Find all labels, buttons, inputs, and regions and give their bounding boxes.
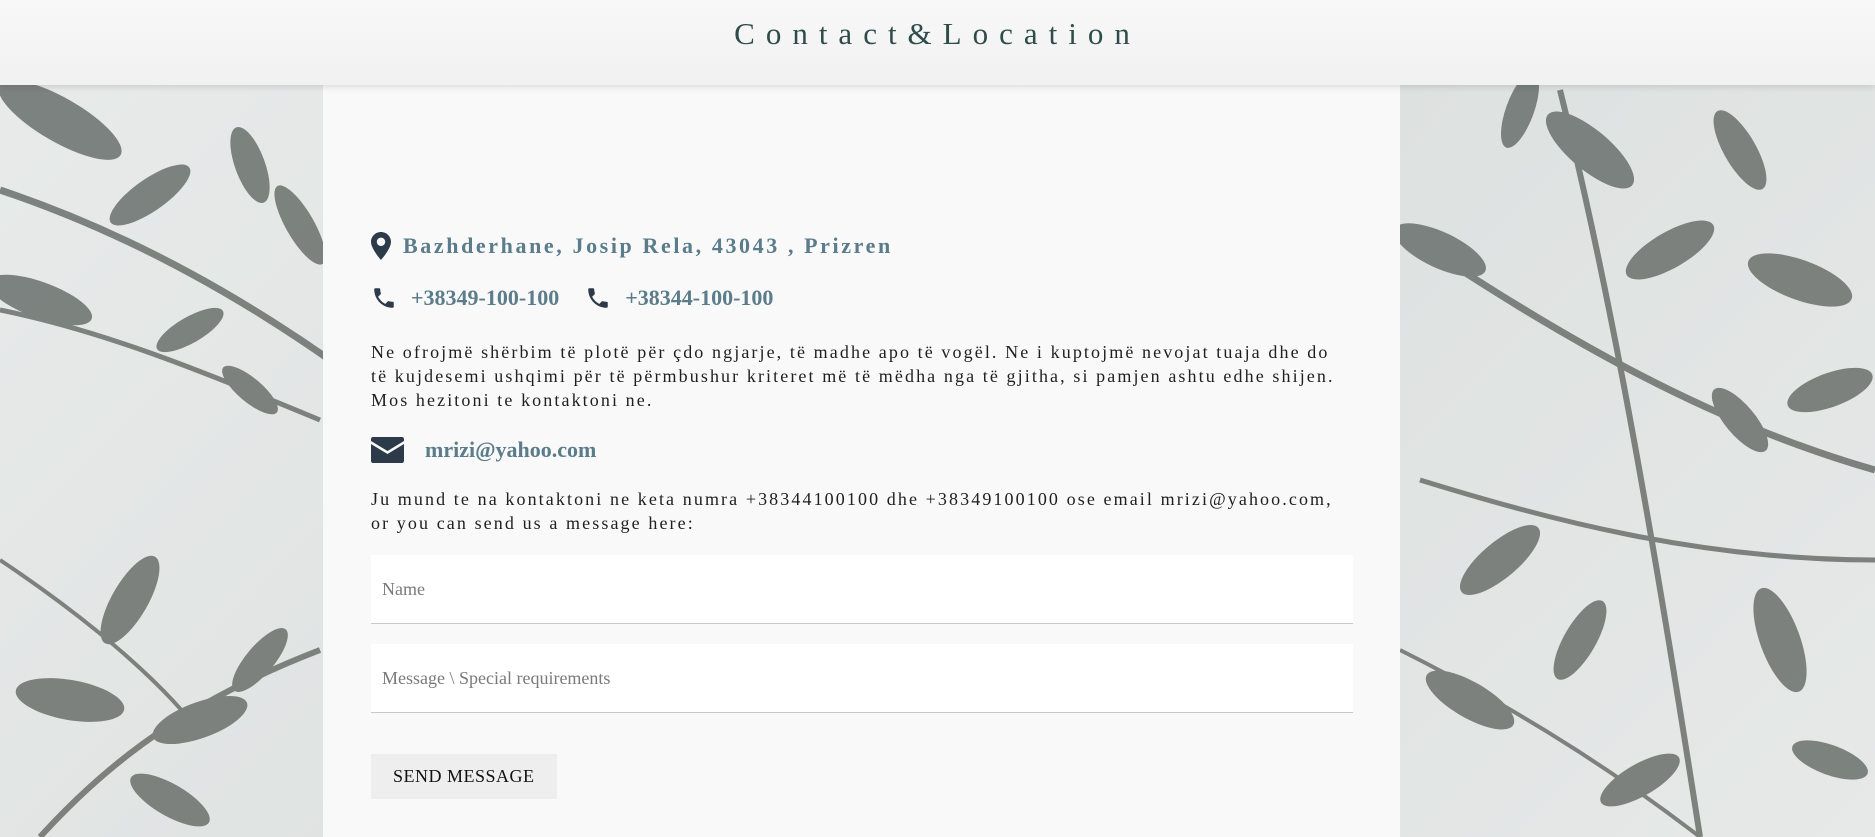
phone-item[interactable]: +38344-100-100	[585, 285, 773, 311]
contact-note: Ju mund te na kontaktoni ne keta numra +…	[371, 489, 1333, 533]
email-link[interactable]: mrizi@yahoo.com	[425, 437, 596, 463]
page-title: Contact&Location	[734, 16, 1141, 51]
send-message-button[interactable]: SEND MESSAGE	[371, 754, 557, 799]
email-row[interactable]: mrizi@yahoo.com	[371, 433, 1353, 467]
name-input[interactable]	[371, 555, 1353, 624]
phone-item[interactable]: +38349-100-100	[371, 285, 559, 311]
contact-card: Bazhderhane, Josip Rela, 43043 , Prizren…	[323, 85, 1400, 837]
phone-number[interactable]: +38349-100-100	[411, 285, 559, 311]
address-row: Bazhderhane, Josip Rela, 43043 , Prizren	[371, 230, 1353, 262]
phone-icon	[374, 288, 394, 308]
message-input[interactable]	[371, 644, 1353, 713]
phone-number[interactable]: +38344-100-100	[625, 285, 773, 311]
service-description: Ne ofrojmë shërbim të plotë për çdo ngja…	[371, 342, 1335, 410]
address-text: Bazhderhane, Josip Rela, 43043 , Prizren	[403, 233, 893, 258]
map-pin-icon	[371, 232, 391, 260]
envelope-icon	[371, 437, 404, 463]
phone-icon	[588, 288, 608, 308]
contact-content: Bazhderhane, Josip Rela, 43043 , Prizren…	[371, 230, 1353, 799]
phone-row: +38349-100-100 +38344-100-100	[371, 283, 1353, 313]
page-header: Contact&Location	[0, 0, 1875, 85]
